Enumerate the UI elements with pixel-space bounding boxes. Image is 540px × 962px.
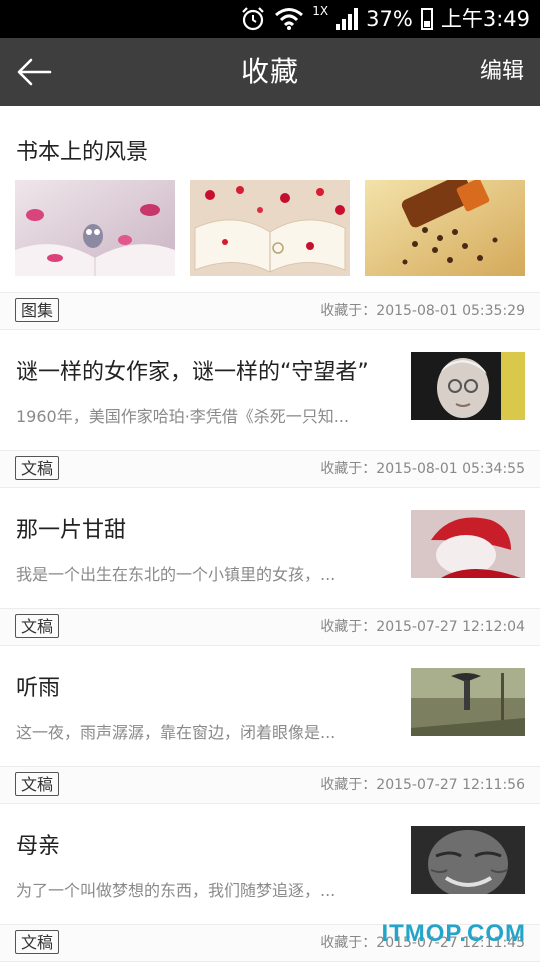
article-thumbnail	[411, 352, 525, 420]
article-title: 那一片甘甜	[16, 518, 127, 543]
article-meta: 文稿 收藏于：2015-07-27 12:11:56	[0, 766, 540, 804]
battery-percent: 37%	[366, 7, 413, 31]
edit-button[interactable]: 编辑	[480, 38, 524, 106]
page-title: 收藏	[240, 55, 299, 88]
article-meta: 文稿 收藏于：2015-07-27 12:12:04	[0, 608, 540, 646]
favorites-list: 书本上的风景 图集 收藏于：2015-08-01 05:35:29 谜一样的女作…	[0, 106, 540, 962]
article-title: 听雨	[16, 676, 61, 701]
category-tag: 图集	[15, 298, 60, 322]
site-watermark: ITMOP.COM	[381, 920, 526, 947]
saved-time: 收藏于：2015-08-01 05:34:55	[320, 461, 525, 477]
article-thumbnail	[411, 826, 525, 894]
saved-time: 收藏于：2015-08-01 05:35:29	[320, 303, 525, 319]
article-card[interactable]: 母亲 为了一个叫做梦想的东西，我们随梦追逐，...	[0, 804, 540, 924]
back-arrow-icon[interactable]	[14, 52, 54, 92]
article-meta: 文稿 收藏于：2015-08-01 05:34:55	[0, 450, 540, 488]
gallery-image-bottle-coffee	[365, 180, 525, 276]
saved-time: 收藏于：2015-07-27 12:12:04	[320, 619, 525, 635]
wifi-icon	[275, 8, 304, 30]
status-icons: 1X 37% 上午3:49	[240, 0, 530, 38]
gallery-images	[15, 180, 525, 276]
gallery-meta: 图集 收藏于：2015-08-01 05:35:29	[0, 292, 540, 330]
article-summary: 我是一个出生在东北的一个小镇里的女孩，...	[16, 565, 336, 584]
app-bar: 收藏 编辑	[0, 38, 540, 106]
article-summary: 1960年，美国作家哈珀·李凭借《杀死一只知...	[16, 407, 350, 426]
category-tag: 文稿	[15, 614, 60, 638]
article-card[interactable]: 听雨 这一夜，雨声潺潺，靠在窗边，闭着眼像是...	[0, 646, 540, 766]
gallery-title: 书本上的风景	[16, 140, 149, 165]
category-tag: 文稿	[15, 456, 60, 480]
clock: 上午3:49	[440, 7, 530, 31]
gallery-image-book-roses	[190, 180, 350, 276]
article-thumbnail	[411, 510, 525, 578]
article-card[interactable]: 那一片甘甜 我是一个出生在东北的一个小镇里的女孩，...	[0, 488, 540, 608]
battery-icon	[420, 8, 433, 30]
article-thumbnail	[411, 668, 525, 736]
signal-icon	[336, 8, 359, 30]
category-tag: 文稿	[15, 930, 60, 954]
article-card[interactable]: 谜一样的女作家，谜一样的“守望者” 1960年，美国作家哈珀·李凭借《杀死一只知…	[0, 330, 540, 450]
article-summary: 这一夜，雨声潺潺，靠在窗边，闭着眼像是...	[16, 723, 336, 742]
gallery-card[interactable]: 书本上的风景	[0, 106, 540, 292]
gallery-image-book-petals	[15, 180, 175, 276]
article-title: 谜一样的女作家，谜一样的“守望者”	[16, 360, 369, 385]
article-title: 母亲	[16, 834, 61, 859]
alarm-icon	[242, 7, 265, 31]
status-bar: 1X 37% 上午3:49	[0, 0, 540, 38]
saved-time: 收藏于：2015-07-27 12:11:56	[320, 777, 525, 793]
article-summary: 为了一个叫做梦想的东西，我们随梦追逐，...	[16, 881, 336, 900]
category-tag: 文稿	[15, 772, 60, 796]
network-speed-label: 1X	[312, 4, 329, 18]
